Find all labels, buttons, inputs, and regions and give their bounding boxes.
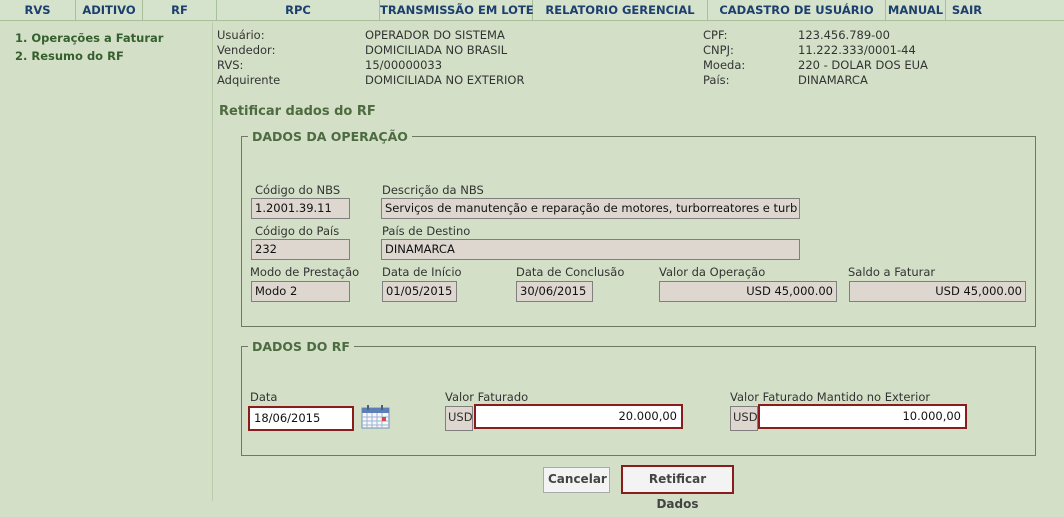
rvs-value: 15/00000033 <box>365 58 443 72</box>
data-input[interactable]: 18/06/2015 <box>248 406 354 431</box>
nav-manual[interactable]: MANUAL <box>886 0 946 21</box>
cancelar-button[interactable]: Cancelar <box>543 467 610 493</box>
modo-prestacao-field: Modo 2 <box>251 281 350 302</box>
codigo-pais-label: Código do País <box>255 224 340 238</box>
usuario-label: Usuário: <box>217 28 265 42</box>
pais-destino-label: País de Destino <box>382 224 471 238</box>
data-conclusao-field: 30/06/2015 <box>516 281 593 302</box>
valor-exterior-label: Valor Faturado Mantido no Exterior <box>730 390 931 404</box>
adquirente-label: Adquirente <box>217 73 281 87</box>
pais-destino-field: DINAMARCA <box>381 239 800 260</box>
codigo-nbs-label: Código do NBS <box>255 183 341 197</box>
rvs-label: RVS: <box>217 58 244 72</box>
modo-prestacao-label: Modo de Prestação <box>250 265 360 279</box>
valor-faturado-currency: USD <box>445 406 473 431</box>
valor-exterior-currency: USD <box>730 406 758 431</box>
nav-cadastro-de-usuario[interactable]: CADASTRO DE USUÁRIO <box>708 0 886 21</box>
retificar-dados-button[interactable]: Retificar Dados <box>621 465 734 511</box>
data-conclusao-label: Data de Conclusão <box>516 265 625 279</box>
saldo-faturar-field: USD 45,000.00 <box>849 281 1026 302</box>
nav-rvs[interactable]: RVS <box>0 0 76 21</box>
valor-operacao-label: Valor da Operação <box>659 265 766 279</box>
nav-relatorio-gerencial[interactable]: RELATORIO GERENCIAL <box>533 0 708 21</box>
sidebar-item-operacoes-a-faturar[interactable]: 1. Operações a Faturar <box>15 31 163 45</box>
cpf-label: CPF: <box>703 28 728 42</box>
usuario-value: OPERADOR DO SISTEMA <box>365 28 505 42</box>
descricao-nbs-label: Descrição da NBS <box>382 183 484 197</box>
codigo-nbs-field: 1.2001.39.11 <box>251 198 350 219</box>
valor-faturado-input[interactable]: 20.000,00 <box>474 404 683 429</box>
top-nav: RVS ADITIVO RF RPC TRANSMISSÃO EM LOTE R… <box>0 0 1064 21</box>
data-inicio-field: 01/05/2015 <box>382 281 457 302</box>
vendedor-value: DOMICILIADA NO BRASIL <box>365 43 508 57</box>
vendedor-label: Vendedor: <box>217 43 276 57</box>
pais-label: País: <box>703 73 730 87</box>
adquirente-value: DOMICILIADA NO EXTERIOR <box>365 73 525 87</box>
moeda-value: 220 - DOLAR DOS EUA <box>798 58 928 72</box>
sidebar: 1. Operações a Faturar 2. Resumo do RF <box>0 22 213 501</box>
descricao-nbs-field: Serviços de manutenção e reparação de mo… <box>381 198 800 219</box>
calendar-icon[interactable] <box>361 405 390 430</box>
valor-faturado-label: Valor Faturado <box>445 390 529 404</box>
nav-rpc[interactable]: RPC <box>217 0 380 21</box>
valor-operacao-field: USD 45,000.00 <box>659 281 837 302</box>
nav-sair[interactable]: SAIR <box>946 0 988 21</box>
nav-aditivo[interactable]: ADITIVO <box>76 0 143 21</box>
data-inicio-label: Data de Início <box>382 265 462 279</box>
dados-rf-legend: DADOS DO RF <box>252 339 350 354</box>
nav-transmissao-em-lote[interactable]: TRANSMISSÃO EM LOTE <box>380 0 534 21</box>
valor-exterior-input[interactable]: 10.000,00 <box>758 404 967 429</box>
sidebar-item-resumo-do-rf[interactable]: 2. Resumo do RF <box>15 49 124 63</box>
pais-value: DINAMARCA <box>798 73 868 87</box>
cnpj-label: CNPJ: <box>703 43 734 57</box>
codigo-pais-field: 232 <box>251 239 350 260</box>
saldo-faturar-label: Saldo a Faturar <box>848 265 936 279</box>
dados-operacao-legend: DADOS DA OPERAÇÃO <box>252 129 408 144</box>
data-label: Data <box>250 390 278 404</box>
moeda-label: Moeda: <box>703 58 746 72</box>
cnpj-value: 11.222.333/0001-44 <box>798 43 916 57</box>
page-title: Retificar dados do RF <box>219 104 376 119</box>
nav-rf[interactable]: RF <box>143 0 217 21</box>
cpf-value: 123.456.789-00 <box>798 28 890 42</box>
